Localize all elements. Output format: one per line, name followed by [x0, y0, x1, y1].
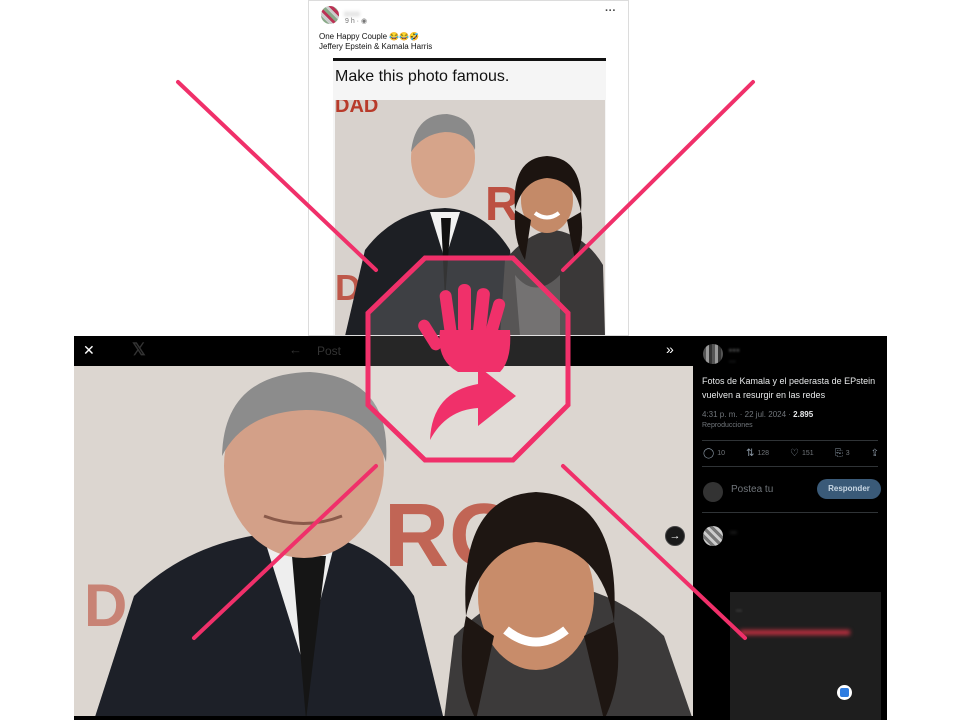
facebook-post-card: ... 9 h · ◉ ··· One Happy Couple 😂😂🤣 Jef…: [308, 0, 629, 336]
caption-line-1: One Happy Couple 😂😂🤣: [319, 32, 420, 41]
views-label: Reproducciones: [702, 422, 753, 429]
viewer-topbar: ✕ 𝕏 ← Post »: [74, 336, 693, 366]
image-headline: Make this photo famous.: [335, 68, 510, 85]
more-options-icon[interactable]: ···: [605, 5, 616, 17]
post-actions: ◯ 10 ⇅ 128 ♡ 151 ⎘ 3 ⇪: [703, 448, 879, 459]
author-handle[interactable]: ...: [729, 355, 736, 364]
share-icon: ⇪: [870, 448, 879, 459]
repost-action[interactable]: ⇅ 128: [746, 448, 769, 459]
divider: [702, 466, 878, 467]
divider: [702, 440, 878, 441]
repost-count: 128: [757, 450, 770, 457]
close-icon[interactable]: ✕: [83, 342, 95, 359]
author-name[interactable]: ...: [729, 343, 740, 354]
share-action[interactable]: ⇪: [871, 448, 879, 459]
image-bottom-bar: [74, 716, 693, 720]
commenter-avatar[interactable]: [703, 526, 723, 546]
author-avatar[interactable]: [703, 344, 723, 364]
back-arrow-icon[interactable]: ←: [289, 342, 302, 357]
comment-media[interactable]: ...: [730, 592, 881, 720]
post-author-name[interactable]: ...: [345, 4, 361, 18]
author-avatar[interactable]: [321, 6, 339, 24]
reply-icon: ◯: [703, 448, 715, 459]
translate-badge-icon[interactable]: [837, 685, 852, 700]
post-caption: One Happy Couple 😂😂🤣 Jeffery Epstein & K…: [319, 32, 432, 52]
bookmark-count: 3: [845, 450, 850, 457]
timestamp-text[interactable]: 4:31 p. m. · 22 jul. 2024 ·: [702, 410, 793, 419]
reply-input[interactable]: Postea tu: [731, 484, 773, 495]
post-media-image[interactable]: RO D: [74, 366, 693, 720]
post-timestamp: 4:31 p. m. · 22 jul. 2024 · 2.895: [702, 410, 813, 419]
like-icon: ♡: [790, 448, 800, 459]
svg-text:DAD: DAD: [335, 100, 378, 117]
like-action[interactable]: ♡ 151: [790, 448, 814, 459]
image-top-rule: [333, 58, 606, 61]
couple-photo: DAD RO D: [335, 100, 605, 335]
svg-text:D: D: [84, 572, 127, 639]
post-timestamp: 9 h · ◉: [345, 18, 368, 25]
bookmark-action[interactable]: ⎘ 3: [835, 448, 850, 459]
x-post-viewer: ✕ 𝕏 ← Post » RO D → ... ... Fotos de Kam…: [74, 336, 887, 720]
shared-image[interactable]: Make this photo famous. DAD RO D: [333, 58, 606, 335]
like-count: 151: [802, 450, 814, 457]
bookmark-icon: ⎘: [834, 448, 843, 459]
x-logo-icon[interactable]: 𝕏: [132, 340, 146, 360]
post-text: Fotos de Kamala y el pederasta de EPstei…: [702, 376, 876, 400]
current-user-avatar: [703, 482, 723, 502]
comment-text: ...: [730, 526, 737, 535]
retweet-icon: ⇅: [745, 448, 755, 459]
comment-media-text: ...: [736, 606, 742, 613]
views-count: 2.895: [793, 410, 814, 419]
reply-button[interactable]: Responder: [817, 479, 881, 499]
reply-action[interactable]: ◯ 10: [703, 448, 725, 459]
redacted-bar: [740, 630, 850, 635]
post-title: Post: [317, 344, 342, 358]
next-image-icon[interactable]: →: [665, 526, 685, 546]
reply-count: 10: [717, 450, 725, 457]
caption-line-2: Jeffery Epstein & Kamala Harris: [319, 42, 433, 51]
post-details-panel: ... ... Fotos de Kamala y el pederasta d…: [693, 336, 887, 720]
expand-panel-icon[interactable]: »: [666, 341, 674, 357]
divider: [702, 512, 878, 513]
